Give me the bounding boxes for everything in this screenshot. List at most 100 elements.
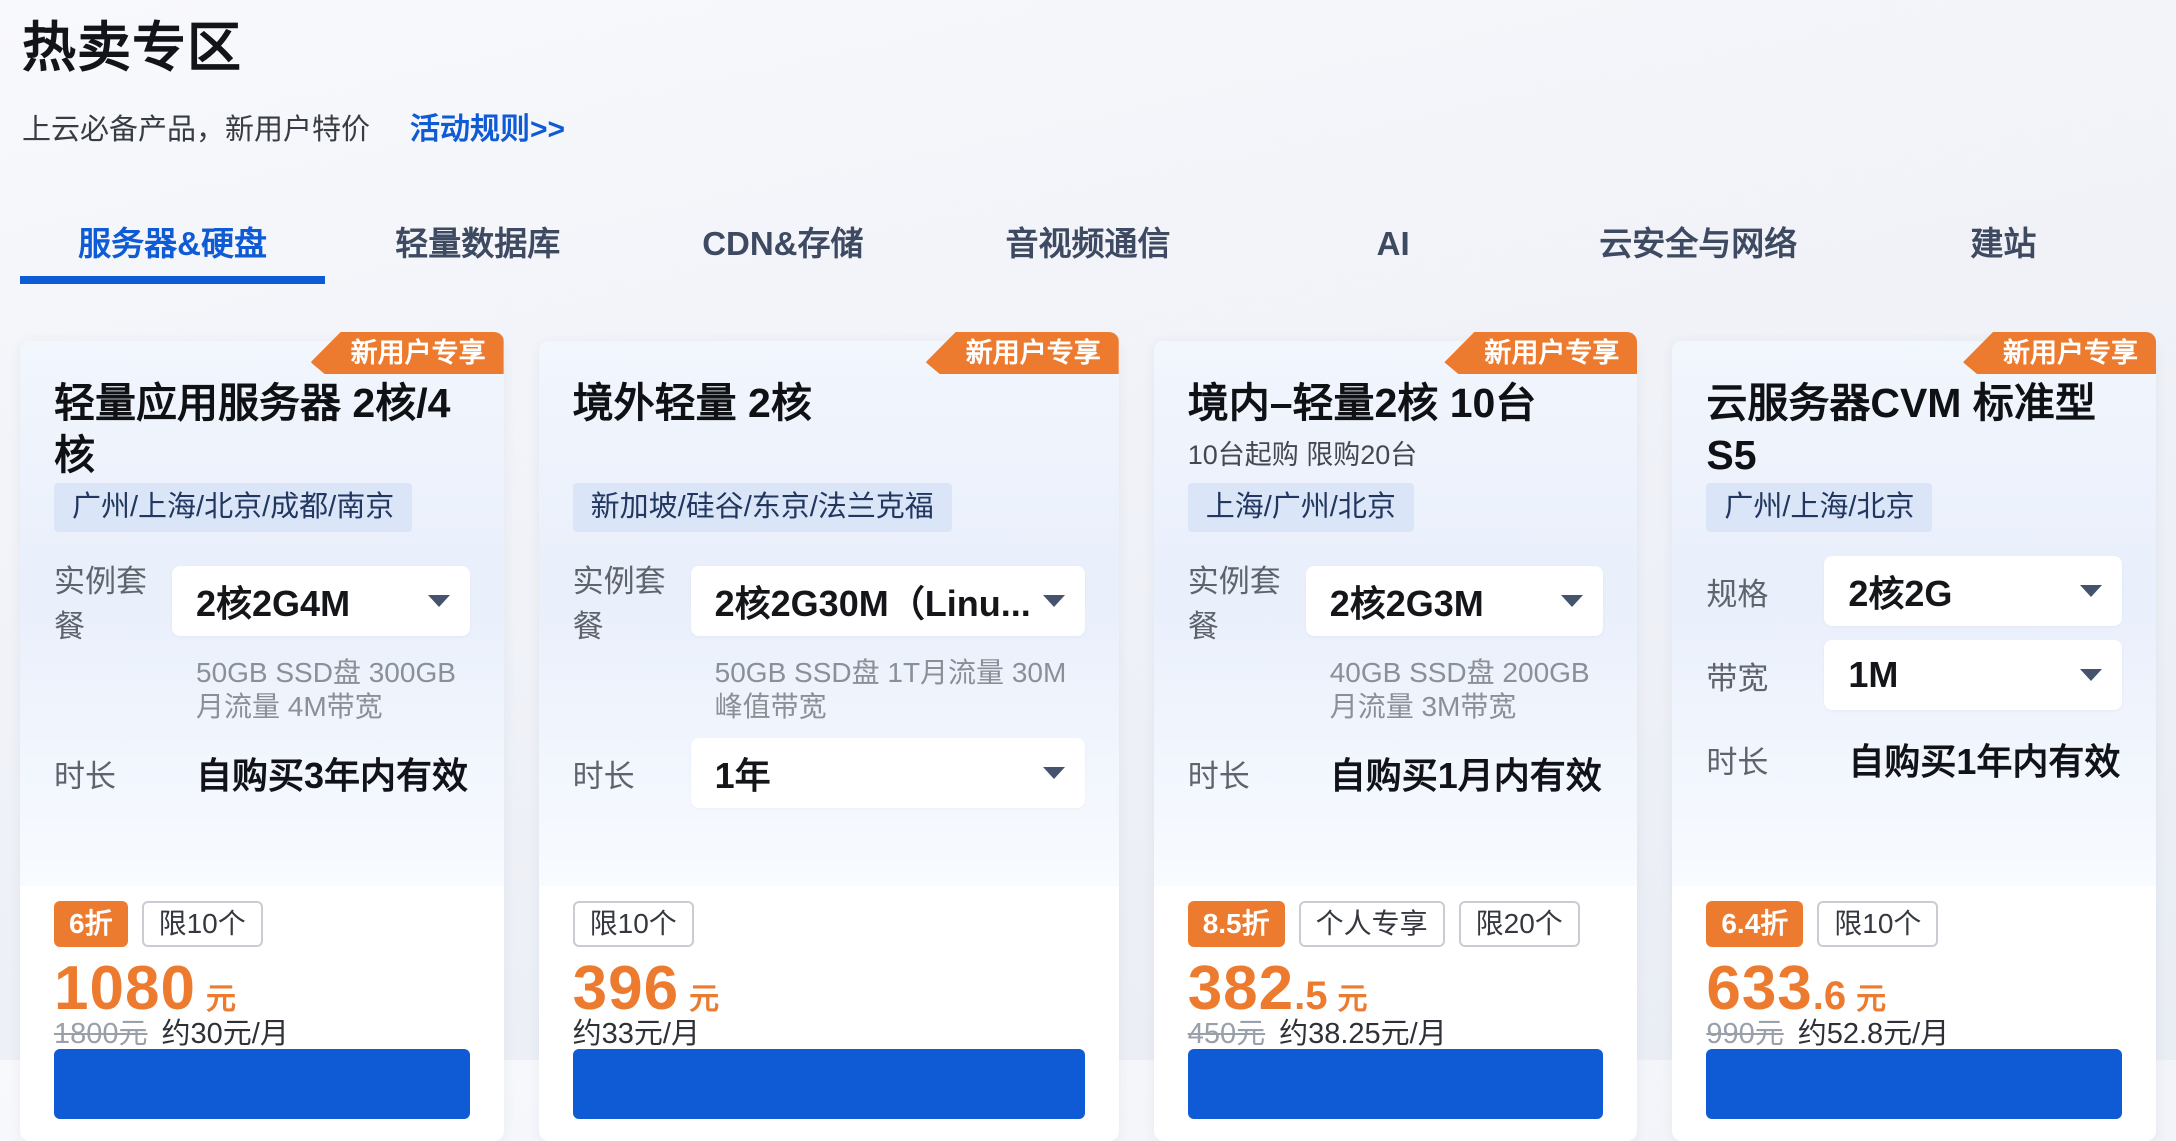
plan-spec-note: 50GB SSD盘 300GB月流量 4M带宽 xyxy=(196,656,470,724)
price: 633 .6 元 xyxy=(1706,961,2122,1017)
instance-plan-select[interactable]: 2核2G4M xyxy=(172,566,470,636)
tab-lite-database[interactable]: 轻量数据库 xyxy=(325,222,630,276)
limit-badge: 限10个 xyxy=(573,901,694,947)
limit-badge: 限10个 xyxy=(1817,901,1938,947)
region-tag: 广州/上海/北京/成都/南京 xyxy=(54,483,412,532)
product-title: 境外轻量 2核 xyxy=(573,377,1085,429)
tab-server-disk[interactable]: 服务器&硬盘 xyxy=(20,222,325,276)
duration-select[interactable]: 1年 xyxy=(691,738,1085,808)
row-label: 规格 xyxy=(1706,569,1824,614)
chevron-down-icon xyxy=(2080,585,2102,597)
tab-security-network[interactable]: 云安全与网络 xyxy=(1546,222,1851,276)
new-user-badge: 新用户专享 xyxy=(1444,332,1637,374)
chevron-down-icon xyxy=(1043,595,1065,607)
page-subtitle: 上云必备产品，新用户特价 xyxy=(22,106,370,148)
personal-badge: 个人专享 xyxy=(1299,901,1445,947)
card-price-area: 限10个 396 元 约33元/月 xyxy=(539,886,1119,1049)
price: 382 .5 元 xyxy=(1188,961,1604,1017)
original-price: 1800元 xyxy=(54,1019,148,1049)
row-label: 时长 xyxy=(54,751,172,796)
page-title: 热卖专区 xyxy=(22,16,2154,80)
config-row: 时长 自购买3年内有效 xyxy=(54,738,470,808)
row-label: 时长 xyxy=(573,751,691,796)
config-row: 带宽 1M xyxy=(1706,640,2122,710)
card-price-area: 8.5折 个人专享 限20个 382 .5 元 450元 约38.25元/月 xyxy=(1154,886,1638,1049)
product-card-lighthouse: 新用户专享 轻量应用服务器 2核/4核 广州/上海/北京/成都/南京 实例套餐 … xyxy=(20,341,504,1141)
config-row: 时长 自购买1月内有效 xyxy=(1188,738,1604,808)
card-config-area: 云服务器CVM 标准型S5 广州/上海/北京 规格 2核2G 带宽 1M xyxy=(1672,341,2156,886)
product-title: 轻量应用服务器 2核/4核 xyxy=(54,377,470,481)
monthly-price: 约38.25元/月 xyxy=(1279,1019,1447,1049)
new-user-badge: 新用户专享 xyxy=(1963,332,2156,374)
product-title: 云服务器CVM 标准型S5 xyxy=(1706,377,2122,481)
monthly-price: 约52.8元/月 xyxy=(1798,1019,1950,1049)
row-label: 时长 xyxy=(1706,737,1824,782)
product-card-grid: 新用户专享 轻量应用服务器 2核/4核 广州/上海/北京/成都/南京 实例套餐 … xyxy=(0,341,2176,1141)
tab-website[interactable]: 建站 xyxy=(1851,222,2156,276)
promo-badges: 6折 限10个 xyxy=(54,901,470,947)
row-label: 实例套餐 xyxy=(573,556,691,646)
price: 396 元 xyxy=(573,961,1085,1017)
duration-value: 自购买1月内有效 xyxy=(1306,747,1602,799)
duration-value: 自购买3年内有效 xyxy=(172,747,468,799)
row-label: 实例套餐 xyxy=(54,556,172,646)
tab-audio-video[interactable]: 音视频通信 xyxy=(935,222,1240,276)
subtitle-row: 上云必备产品，新用户特价 活动规则>> xyxy=(22,104,2154,148)
limit-badge: 限10个 xyxy=(142,901,263,947)
product-card-cvm-s5: 新用户专享 云服务器CVM 标准型S5 广州/上海/北京 规格 2核2G 带宽 … xyxy=(1672,341,2156,1141)
subprice: 450元 约38.25元/月 xyxy=(1188,1019,1604,1049)
promo-badges: 6.4折 限10个 xyxy=(1706,901,2122,947)
product-card-domestic-lighthouse-bulk: 新用户专享 境内–轻量2核 10台 10台起购 限购20台 上海/广州/北京 实… xyxy=(1154,341,1638,1141)
card-config-area: 境内–轻量2核 10台 10台起购 限购20台 上海/广州/北京 实例套餐 2核… xyxy=(1154,341,1638,886)
product-subtitle: 10台起购 限购20台 xyxy=(1188,439,1604,472)
promo-badges: 限10个 xyxy=(573,901,1085,947)
price: 1080 元 xyxy=(54,961,470,1017)
instance-plan-select[interactable]: 2核2G3M xyxy=(1306,566,1604,636)
bandwidth-select[interactable]: 1M xyxy=(1824,640,2122,710)
row-label: 实例套餐 xyxy=(1188,556,1306,646)
config-row: 规格 2核2G xyxy=(1706,556,2122,626)
monthly-price: 约30元/月 xyxy=(162,1019,289,1049)
original-price: 450元 xyxy=(1188,1019,1265,1049)
region-tag: 上海/广州/北京 xyxy=(1188,483,1414,532)
subprice: 990元 约52.8元/月 xyxy=(1706,1019,2122,1049)
tab-ai[interactable]: AI xyxy=(1241,222,1546,276)
config-row: 时长 1年 xyxy=(573,738,1085,808)
monthly-price: 约33元/月 xyxy=(573,1019,700,1049)
config-row: 实例套餐 2核2G3M xyxy=(1188,556,1604,646)
instance-plan-select[interactable]: 2核2G30M（Linu... xyxy=(691,566,1085,636)
region-tag: 广州/上海/北京 xyxy=(1706,483,1932,532)
discount-badge: 6折 xyxy=(54,901,128,947)
discount-badge: 6.4折 xyxy=(1706,901,1803,947)
card-price-area: 6折 限10个 1080 元 1800元 约30元/月 xyxy=(20,886,504,1049)
new-user-badge: 新用户专享 xyxy=(311,332,504,374)
product-card-overseas-lighthouse: 新用户专享 境外轻量 2核 新加坡/硅谷/东京/法兰克福 实例套餐 2核2G30… xyxy=(539,341,1119,1141)
card-price-area: 6.4折 限10个 633 .6 元 990元 约52.8元/月 xyxy=(1672,886,2156,1049)
config-row: 时长 自购买1年内有效 xyxy=(1706,724,2122,794)
card-config-area: 轻量应用服务器 2核/4核 广州/上海/北京/成都/南京 实例套餐 2核2G4M… xyxy=(20,341,504,886)
subprice: 约33元/月 xyxy=(573,1019,1085,1049)
chevron-down-icon xyxy=(2080,669,2102,681)
config-row: 实例套餐 2核2G30M（Linu... xyxy=(573,556,1085,646)
plan-spec-note: 50GB SSD盘 1T月流量 30M峰值带宽 xyxy=(715,656,1085,724)
spec-select[interactable]: 2核2G xyxy=(1824,556,2122,626)
product-title: 境内–轻量2核 10台 xyxy=(1188,377,1604,429)
original-price: 990元 xyxy=(1706,1019,1783,1049)
subprice: 1800元 约30元/月 xyxy=(54,1019,470,1049)
new-user-badge: 新用户专享 xyxy=(926,332,1119,374)
row-label: 带宽 xyxy=(1706,653,1824,698)
chevron-down-icon xyxy=(428,595,450,607)
card-config-area: 境外轻量 2核 新加坡/硅谷/东京/法兰克福 实例套餐 2核2G30M（Linu… xyxy=(539,341,1119,886)
config-row: 实例套餐 2核2G4M xyxy=(54,556,470,646)
discount-badge: 8.5折 xyxy=(1188,901,1285,947)
tab-cdn-storage[interactable]: CDN&存储 xyxy=(630,222,935,276)
category-tabs: 服务器&硬盘 轻量数据库 CDN&存储 音视频通信 AI 云安全与网络 建站 xyxy=(20,222,2156,276)
plan-spec-note: 40GB SSD盘 200GB月流量 3M带宽 xyxy=(1330,656,1604,724)
region-tag: 新加坡/硅谷/东京/法兰克福 xyxy=(573,483,952,532)
activity-rules-link[interactable]: 活动规则>> xyxy=(410,104,565,148)
duration-value: 自购买1年内有效 xyxy=(1824,733,2120,785)
promo-badges: 8.5折 个人专享 限20个 xyxy=(1188,901,1604,947)
row-label: 时长 xyxy=(1188,751,1306,796)
chevron-down-icon xyxy=(1043,767,1065,779)
limit-badge: 限20个 xyxy=(1459,901,1580,947)
